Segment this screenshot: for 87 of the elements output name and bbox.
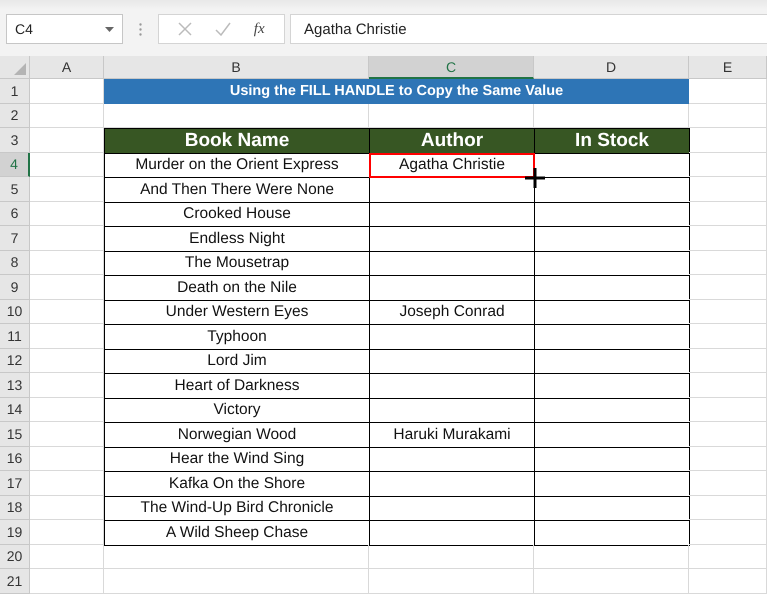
row-header[interactable]: 1: [0, 79, 30, 104]
spreadsheet-cell[interactable]: [689, 324, 767, 348]
spreadsheet-cell[interactable]: [30, 275, 104, 300]
spreadsheet-cell[interactable]: [689, 446, 767, 471]
row-header[interactable]: 13: [0, 373, 30, 398]
row-header[interactable]: 11: [0, 324, 30, 348]
spreadsheet-cell[interactable]: [30, 202, 104, 226]
column-header[interactable]: E: [689, 56, 767, 79]
spreadsheet-cell[interactable]: [689, 104, 767, 128]
column-heading: In Stock: [534, 128, 690, 154]
column-header[interactable]: D: [534, 56, 689, 79]
spreadsheet-cell[interactable]: [689, 275, 767, 300]
row-header[interactable]: 9: [0, 275, 30, 300]
row-header[interactable]: 19: [0, 520, 30, 544]
spreadsheet-cell[interactable]: [30, 422, 104, 446]
spreadsheet-cell[interactable]: [30, 520, 104, 544]
spreadsheet-cell[interactable]: [369, 569, 534, 594]
spreadsheet-cell[interactable]: [30, 226, 104, 250]
spreadsheet-cell[interactable]: [30, 569, 104, 594]
row-header[interactable]: 12: [0, 348, 30, 373]
insert-function-button[interactable]: fx: [254, 20, 265, 38]
plus-cursor-icon: [524, 167, 546, 189]
spreadsheet-cell[interactable]: [30, 177, 104, 202]
row-header[interactable]: 3: [0, 128, 30, 152]
column-header[interactable]: B: [104, 56, 369, 79]
spreadsheet-cell[interactable]: [30, 104, 104, 128]
column-header[interactable]: C: [369, 56, 534, 79]
table-cell[interactable]: [534, 520, 690, 546]
formula-bar[interactable]: Agatha Christie: [290, 14, 767, 44]
cancel-icon[interactable]: [178, 22, 192, 36]
spreadsheet-cell[interactable]: [30, 324, 104, 348]
spreadsheet-cell[interactable]: [30, 544, 104, 569]
spreadsheet-cell[interactable]: [689, 422, 767, 446]
spreadsheet-cell[interactable]: [689, 226, 767, 250]
spreadsheet-cell[interactable]: [369, 544, 534, 569]
spreadsheet-cell[interactable]: [689, 79, 767, 104]
select-all-icon[interactable]: [14, 63, 26, 75]
row-header[interactable]: 21: [0, 569, 30, 594]
row-header[interactable]: 18: [0, 496, 30, 520]
spreadsheet-cell[interactable]: [534, 544, 689, 569]
spreadsheet-cell[interactable]: [30, 152, 104, 177]
row-header[interactable]: 5: [0, 177, 30, 202]
table-cell[interactable]: A Wild Sheep Chase: [104, 520, 370, 546]
row-header[interactable]: 4: [0, 152, 30, 177]
spreadsheet-cell[interactable]: [689, 348, 767, 373]
spreadsheet-cell[interactable]: [689, 398, 767, 422]
spreadsheet-cell[interactable]: [689, 520, 767, 544]
spreadsheet-cell[interactable]: [30, 471, 104, 496]
spreadsheet-cell[interactable]: [689, 177, 767, 202]
row-header[interactable]: 17: [0, 471, 30, 496]
check-icon[interactable]: [215, 22, 232, 36]
spreadsheet-cell[interactable]: [30, 398, 104, 422]
spreadsheet-cell[interactable]: [30, 250, 104, 275]
row-header[interactable]: 20: [0, 544, 30, 569]
spreadsheet-cell[interactable]: [689, 544, 767, 569]
row-header[interactable]: 7: [0, 226, 30, 250]
title-banner: Using the FILL HANDLE to Copy the Same Value: [104, 79, 689, 104]
spreadsheet-cell[interactable]: [30, 348, 104, 373]
row-header[interactable]: 14: [0, 398, 30, 422]
spreadsheet-cell[interactable]: [689, 373, 767, 398]
row-header[interactable]: 2: [0, 104, 30, 128]
row-header[interactable]: 10: [0, 300, 30, 324]
spreadsheet-cell[interactable]: [689, 569, 767, 594]
spreadsheet-cell[interactable]: [689, 202, 767, 226]
spreadsheet-cell[interactable]: [104, 544, 369, 569]
spreadsheet-cell[interactable]: [689, 300, 767, 324]
spreadsheet-cell[interactable]: [689, 471, 767, 496]
spreadsheet-cell[interactable]: [30, 446, 104, 471]
spreadsheet-cell[interactable]: [689, 496, 767, 520]
spreadsheet-cell[interactable]: [689, 152, 767, 177]
vertical-dots-icon: [139, 22, 142, 36]
spreadsheet-cell[interactable]: [30, 496, 104, 520]
spreadsheet-cell[interactable]: [30, 300, 104, 324]
row-header[interactable]: 15: [0, 422, 30, 446]
caret-icon[interactable]: [105, 26, 114, 32]
spreadsheet-cell[interactable]: [30, 373, 104, 398]
spreadsheet-cell[interactable]: [689, 128, 767, 152]
spreadsheet-cell[interactable]: [104, 569, 369, 594]
spreadsheet-cell[interactable]: [689, 250, 767, 275]
column-header[interactable]: A: [30, 56, 104, 79]
spreadsheet-cell[interactable]: [534, 569, 689, 594]
row-header[interactable]: 16: [0, 446, 30, 471]
column-heading: Book Name: [104, 128, 370, 154]
name-box[interactable]: C4: [6, 14, 123, 44]
row-header[interactable]: 8: [0, 250, 30, 275]
row-header[interactable]: 6: [0, 202, 30, 226]
column-heading: Author: [369, 128, 535, 154]
